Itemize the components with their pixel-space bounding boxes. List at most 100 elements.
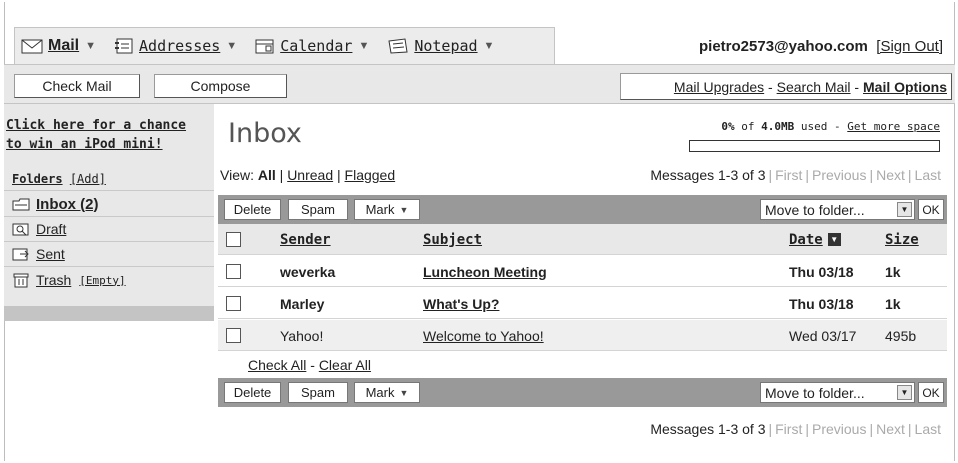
message-checkbox[interactable] (226, 296, 241, 311)
tab-mail-label: Mail (48, 37, 80, 54)
sort-size-link[interactable]: Size (885, 224, 919, 255)
message-checkbox[interactable] (226, 264, 241, 279)
folder-trash-label[interactable]: Trash (36, 272, 71, 288)
select-all-checkbox[interactable] (226, 232, 241, 247)
move-ok-button[interactable]: OK (918, 199, 944, 220)
separator: | (805, 421, 809, 437)
folder-inbox[interactable]: Inbox (2) (12, 193, 99, 215)
mark-label: Mark (365, 385, 395, 400)
sidebar-footer-bar (4, 306, 214, 321)
mail-options-link[interactable]: Mail Options (863, 79, 947, 95)
sort-subject-link[interactable]: Subject (423, 224, 482, 255)
folder-inbox-label[interactable]: Inbox (2) (36, 196, 99, 213)
page-title: Inbox (228, 118, 302, 149)
check-all-link[interactable]: Check All (248, 357, 306, 373)
separator: - (306, 357, 319, 373)
message-date: Thu 03/18 (789, 263, 854, 280)
message-size: 1k (885, 295, 901, 312)
sort-date[interactable]: Date ▼ (789, 224, 841, 255)
divider (4, 241, 214, 242)
separator: | (869, 421, 874, 437)
message-subject-link[interactable]: What's Up? (423, 288, 499, 319)
pager-last: Last (914, 167, 941, 183)
add-folder-link[interactable]: [Add] (70, 172, 106, 186)
folder-sent[interactable]: Sent (12, 243, 65, 265)
quota-bar (689, 140, 940, 152)
tab-mail[interactable]: Mail ▼ (21, 37, 96, 55)
chevron-down-icon[interactable]: ▼ (897, 202, 912, 217)
search-mail-link[interactable]: Search Mail (777, 79, 851, 95)
message-subject-link[interactable]: Luncheon Meeting (423, 256, 547, 287)
folder-trash[interactable]: Trash [Empty] (12, 269, 126, 291)
spam-button[interactable]: Spam (288, 382, 348, 403)
mark-button[interactable]: Mark ▼ (354, 382, 420, 403)
tab-addresses[interactable]: Addresses ▼ (114, 37, 237, 55)
view-unread-link[interactable]: Unread (287, 167, 333, 183)
sign-out-link[interactable]: [Sign Out] (876, 38, 943, 55)
folder-sent-label[interactable]: Sent (36, 246, 65, 262)
tab-calendar[interactable]: Calendar ▼ (255, 37, 369, 55)
get-more-space-link[interactable]: Get more space (847, 120, 940, 133)
table-header: Sender Subject Date ▼ Size (218, 224, 947, 255)
action-bar-bottom: Delete Spam Mark ▼ Move to folder... ▼ OK (218, 378, 947, 407)
folder-draft[interactable]: Draft (12, 218, 66, 240)
clear-all-link[interactable]: Clear All (319, 357, 371, 373)
table-row[interactable]: Yahoo! Welcome to Yahoo! Wed 03/17 495b (218, 320, 947, 351)
chevron-down-icon: ▼ (399, 204, 409, 215)
promo-line[interactable]: to win an iPod mini! (6, 135, 211, 154)
sort-sender-link[interactable]: Sender (280, 224, 331, 255)
check-all-row: Check All - Clear All (248, 357, 371, 373)
account-email: pietro2573@yahoo.com (699, 38, 868, 55)
draft-folder-icon (12, 222, 30, 237)
view-all: All (257, 167, 276, 183)
separator: | (907, 421, 912, 437)
chevron-down-icon[interactable]: ▼ (85, 40, 96, 52)
folder-draft-label[interactable]: Draft (36, 221, 66, 237)
tab-calendar-label: Calendar (280, 37, 353, 55)
sort-descending-icon[interactable]: ▼ (827, 233, 841, 246)
table-row[interactable]: weverka Luncheon Meeting Thu 03/18 1k (218, 256, 947, 287)
pager-previous: Previous (811, 167, 867, 183)
empty-trash-link[interactable]: [Empty] (79, 274, 125, 287)
separator: | (337, 167, 341, 183)
table-row[interactable]: Marley What's Up? Thu 03/18 1k (218, 288, 947, 319)
chevron-down-icon[interactable]: ▼ (897, 385, 912, 400)
delete-button[interactable]: Delete (224, 382, 281, 403)
move-to-folder-select[interactable]: Move to folder... ▼ (760, 382, 915, 403)
message-subject-link[interactable]: Welcome to Yahoo! (423, 320, 544, 351)
separator: | (805, 167, 809, 183)
spam-button[interactable]: Spam (288, 199, 348, 220)
ipod-promo-link[interactable]: Click here for a chance to win an iPod m… (6, 116, 211, 154)
delete-button[interactable]: Delete (224, 199, 281, 220)
view-flagged-link[interactable]: Flagged (345, 167, 396, 183)
tab-notepad[interactable]: Notepad ▼ (387, 37, 494, 55)
mark-button[interactable]: Mark ▼ (354, 199, 420, 220)
separator: - (850, 78, 863, 95)
move-to-label: Move to folder... (765, 201, 865, 218)
address-book-icon (114, 38, 134, 54)
sort-date-link[interactable]: Date (789, 232, 823, 248)
tab-addresses-label: Addresses (139, 37, 221, 55)
sidebar: Click here for a chance to win an iPod m… (4, 104, 214, 319)
chevron-down-icon[interactable]: ▼ (484, 40, 495, 52)
mark-label: Mark (365, 202, 395, 217)
chevron-down-icon[interactable]: ▼ (358, 40, 369, 52)
move-to-folder-select[interactable]: Move to folder... ▼ (760, 199, 915, 220)
chevron-down-icon[interactable]: ▼ (226, 40, 237, 52)
folders-link[interactable]: Folders (12, 172, 63, 186)
pagination-bottom: Messages 1-3 of 3 | First | Previous | Next | La… (650, 421, 941, 437)
mail-upgrades-link[interactable]: Mail Upgrades (674, 79, 764, 95)
compose-button[interactable]: Compose (154, 74, 287, 98)
separator: | (768, 421, 773, 437)
inbox-folder-icon (12, 197, 30, 212)
separator: - (764, 78, 777, 95)
message-size: 495b (885, 327, 917, 344)
promo-line[interactable]: Click here for a chance (6, 116, 211, 135)
move-ok-button[interactable]: OK (918, 382, 944, 403)
check-mail-button[interactable]: Check Mail (14, 74, 140, 98)
quota-percent: 0% (721, 120, 735, 133)
trash-icon (12, 273, 30, 288)
message-checkbox[interactable] (226, 328, 241, 343)
message-sender: weverka (280, 263, 336, 280)
message-sender: Marley (280, 295, 325, 312)
